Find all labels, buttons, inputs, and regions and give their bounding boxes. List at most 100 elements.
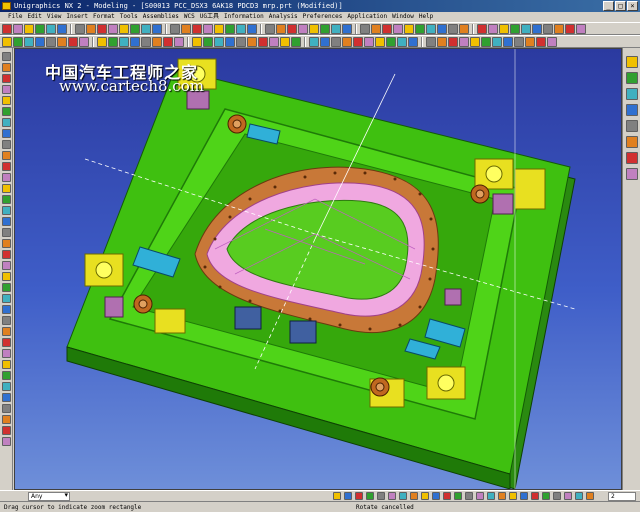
toolbar-tool-icon[interactable]	[24, 36, 34, 47]
toolbar-tool-icon[interactable]	[625, 72, 638, 84]
toolbar-tool-icon[interactable]	[203, 36, 213, 47]
toolbar-tool-icon[interactable]	[448, 36, 458, 47]
toolbar-tool-icon[interactable]	[492, 36, 502, 47]
toolbar-tool-icon[interactable]	[448, 23, 458, 34]
menu-ug-tools[interactable]: UG工具	[200, 12, 219, 22]
toolbar-tool-icon[interactable]	[437, 23, 447, 34]
menu-analysis[interactable]: Analysis	[269, 12, 298, 22]
toolbar-tool-icon[interactable]	[393, 23, 403, 34]
toolbar-tool-icon[interactable]	[525, 36, 535, 47]
toolbar-tool-icon[interactable]	[152, 36, 162, 47]
maximize-button[interactable]: □	[615, 1, 626, 11]
toolbar-tool-icon[interactable]	[309, 36, 319, 47]
toolbar-tool-icon[interactable]	[1, 206, 11, 215]
toolbar-tool-icon[interactable]	[1, 118, 11, 127]
selection-tool-icon[interactable]	[509, 492, 517, 500]
toolbar-tool-icon[interactable]	[415, 23, 425, 34]
menu-help[interactable]: Help	[419, 12, 433, 22]
toolbar-tool-icon[interactable]	[97, 36, 107, 47]
toolbar-tool-icon[interactable]	[192, 36, 202, 47]
selection-tool-icon[interactable]	[388, 492, 396, 500]
menu-assemblies[interactable]: Assemblies	[143, 12, 179, 22]
toolbar-tool-icon[interactable]	[1, 140, 11, 149]
toolbar-tool-icon[interactable]	[510, 23, 520, 34]
toolbar-tool-icon[interactable]	[554, 23, 564, 34]
toolbar-tool-icon[interactable]	[397, 36, 407, 47]
toolbar-tool-icon[interactable]	[1, 129, 11, 138]
menu-file[interactable]: File	[8, 12, 22, 22]
toolbar-tool-icon[interactable]	[309, 23, 319, 34]
selection-tool-icon[interactable]	[432, 492, 440, 500]
toolbar-tool-icon[interactable]	[269, 36, 279, 47]
toolbar-tool-icon[interactable]	[75, 23, 85, 34]
toolbar-tool-icon[interactable]	[514, 36, 524, 47]
toolbar-tool-icon[interactable]	[225, 36, 235, 47]
toolbar-tool-icon[interactable]	[1, 107, 11, 116]
toolbar-tool-icon[interactable]	[108, 36, 118, 47]
toolbar-tool-icon[interactable]	[2, 23, 12, 34]
toolbar-tool-icon[interactable]	[426, 36, 436, 47]
toolbar-tool-icon[interactable]	[1, 195, 11, 204]
toolbar-tool-icon[interactable]	[1, 96, 11, 105]
selection-tool-icon[interactable]	[366, 492, 374, 500]
selection-tool-icon[interactable]	[421, 492, 429, 500]
menu-edit[interactable]: Edit	[27, 12, 41, 22]
toolbar-tool-icon[interactable]	[625, 56, 638, 68]
toolbar-tool-icon[interactable]	[1, 426, 11, 435]
close-button[interactable]: ×	[627, 1, 638, 11]
selection-tool-icon[interactable]	[575, 492, 583, 500]
toolbar-tool-icon[interactable]	[287, 23, 297, 34]
toolbar-tool-icon[interactable]	[141, 23, 151, 34]
toolbar-tool-icon[interactable]	[426, 23, 436, 34]
toolbar-tool-icon[interactable]	[360, 23, 370, 34]
graphics-viewport[interactable]: 中国汽车工程师之家 www.cartech8.com	[14, 48, 622, 490]
toolbar-tool-icon[interactable]	[236, 23, 246, 34]
toolbar-tool-icon[interactable]	[192, 23, 202, 34]
toolbar-tool-icon[interactable]	[470, 36, 480, 47]
selection-tool-icon[interactable]	[377, 492, 385, 500]
toolbar-tool-icon[interactable]	[130, 36, 140, 47]
toolbar-tool-icon[interactable]	[1, 151, 11, 160]
toolbar-tool-icon[interactable]	[1, 74, 11, 83]
toolbar-tool-icon[interactable]	[203, 23, 213, 34]
toolbar-tool-icon[interactable]	[1, 393, 11, 402]
minimize-button[interactable]: _	[603, 1, 614, 11]
toolbar-tool-icon[interactable]	[2, 36, 12, 47]
menu-wcs[interactable]: WCS	[184, 12, 195, 22]
toolbar-tool-icon[interactable]	[291, 36, 301, 47]
toolbar-tool-icon[interactable]	[503, 36, 513, 47]
toolbar-tool-icon[interactable]	[1, 239, 11, 248]
toolbar-tool-icon[interactable]	[532, 23, 542, 34]
menu-application[interactable]: Application	[347, 12, 387, 22]
toolbar-tool-icon[interactable]	[331, 23, 341, 34]
toolbar-tool-icon[interactable]	[57, 23, 67, 34]
toolbar-tool-icon[interactable]	[1, 162, 11, 171]
toolbar-tool-icon[interactable]	[499, 23, 509, 34]
toolbar-tool-icon[interactable]	[1, 316, 11, 325]
toolbar-tool-icon[interactable]	[521, 23, 531, 34]
toolbar-tool-icon[interactable]	[459, 36, 469, 47]
toolbar-tool-icon[interactable]	[1, 327, 11, 336]
toolbar-tool-icon[interactable]	[459, 23, 469, 34]
toolbar-tool-icon[interactable]	[225, 23, 235, 34]
toolbar-tool-icon[interactable]	[1, 173, 11, 182]
toolbar-tool-icon[interactable]	[1, 217, 11, 226]
toolbar-tool-icon[interactable]	[163, 36, 173, 47]
toolbar-tool-icon[interactable]	[170, 23, 180, 34]
selection-tool-icon[interactable]	[586, 492, 594, 500]
toolbar-tool-icon[interactable]	[1, 184, 11, 193]
toolbar-tool-icon[interactable]	[46, 36, 56, 47]
selection-tool-icon[interactable]	[399, 492, 407, 500]
selection-tool-icon[interactable]	[443, 492, 451, 500]
toolbar-tool-icon[interactable]	[477, 23, 487, 34]
toolbar-tool-icon[interactable]	[247, 36, 257, 47]
toolbar-tool-icon[interactable]	[342, 36, 352, 47]
toolbar-tool-icon[interactable]	[437, 36, 447, 47]
toolbar-tool-icon[interactable]	[382, 23, 392, 34]
selection-tool-icon[interactable]	[410, 492, 418, 500]
toolbar-tool-icon[interactable]	[625, 152, 638, 164]
toolbar-tool-icon[interactable]	[1, 294, 11, 303]
toolbar-tool-icon[interactable]	[214, 36, 224, 47]
selection-tool-icon[interactable]	[487, 492, 495, 500]
toolbar-tool-icon[interactable]	[547, 36, 557, 47]
